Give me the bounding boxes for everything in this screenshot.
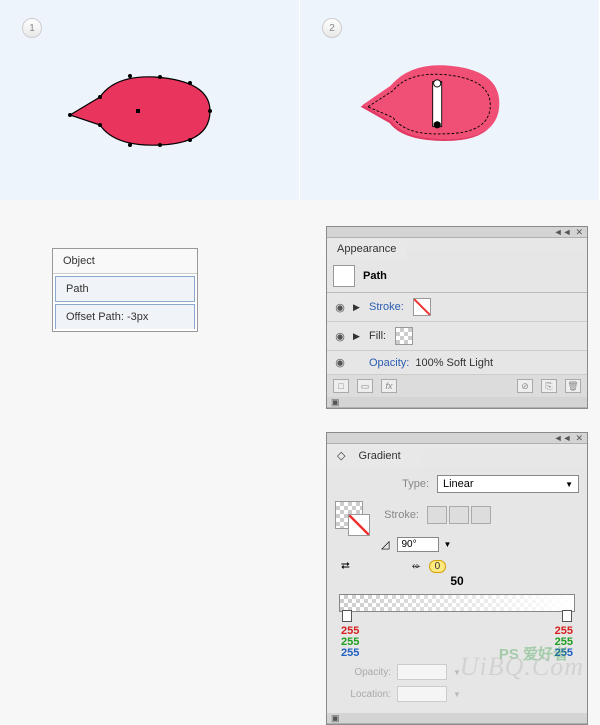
fill-swatch[interactable]: [395, 327, 413, 345]
reverse-icon[interactable]: ⮂: [341, 560, 350, 573]
close-icon[interactable]: ✕: [575, 433, 583, 444]
gradient-slider[interactable]: [339, 594, 575, 612]
stroke-apply-label: Stroke:: [371, 509, 419, 521]
visibility-icon[interactable]: ◉: [333, 301, 347, 314]
stroke-label: Stroke:: [369, 301, 404, 313]
canvas-step-1: 1: [0, 0, 300, 200]
panel-resize-bar[interactable]: ▣: [327, 713, 587, 724]
vector-shape-2[interactable]: [350, 60, 510, 150]
panel-topbar: ◄◄ ✕: [327, 227, 587, 238]
menu-offset-path[interactable]: Offset Path: -3px: [55, 304, 195, 329]
visibility-icon[interactable]: ◉: [333, 356, 347, 369]
stroke-mode-2[interactable]: [449, 506, 469, 524]
fill-row[interactable]: ◉ ▶ Fill:: [327, 322, 587, 351]
gradient-stroke-swatch[interactable]: [348, 514, 370, 536]
appearance-target: Path: [327, 260, 587, 293]
opacity-row[interactable]: ◉ Opacity: 100% Soft Light: [327, 351, 587, 375]
menu-path[interactable]: Path: [55, 276, 195, 302]
collapse-icon[interactable]: ◄◄: [554, 227, 572, 237]
step-badge-2: 2: [322, 18, 342, 38]
canvas-area: 1 2: [0, 0, 600, 200]
appearance-panel: ◄◄ ✕ Appearance Path ◉ ▶ Stroke: ◉ ▶ Fil…: [326, 226, 588, 409]
appearance-tab[interactable]: Appearance: [327, 238, 587, 260]
watermark-cn: PS 爱好者: [499, 643, 568, 664]
gradient-stop-right[interactable]: [562, 610, 572, 622]
gradient-panel: ◄◄ ✕ ◇ Gradient Type: Linear▼ Stroke: ◿ …: [326, 432, 588, 725]
fill-label: Fill:: [369, 330, 386, 342]
menu-object[interactable]: Object: [53, 249, 197, 274]
fx-button[interactable]: fx: [381, 379, 397, 393]
stop-opacity-input[interactable]: [397, 664, 447, 680]
panel-resize-bar[interactable]: ▣: [327, 397, 587, 408]
menu-path-trace: Object Path Offset Path: -3px: [52, 248, 198, 332]
type-dropdown[interactable]: Linear▼: [437, 475, 579, 493]
gradient-fill-swatch[interactable]: [335, 501, 363, 529]
target-swatch[interactable]: [333, 265, 355, 287]
gradient-tab[interactable]: ◇ Gradient: [327, 444, 587, 467]
midpoint-value: 50: [450, 574, 463, 588]
target-label: Path: [363, 270, 387, 282]
new-art-icon[interactable]: □: [333, 379, 349, 393]
stroke-row[interactable]: ◉ ▶ Stroke:: [327, 293, 587, 322]
opacity-label: Opacity:: [369, 357, 409, 369]
angle-input[interactable]: [397, 537, 439, 552]
stop-location-label: Location:: [335, 689, 391, 700]
trash-icon[interactable]: 🗑: [565, 379, 581, 393]
stop-location-input[interactable]: [397, 686, 447, 702]
panel-topbar: ◄◄ ✕: [327, 433, 587, 444]
vector-shape-1[interactable]: [60, 65, 220, 155]
angle-icon: ◿: [381, 538, 389, 551]
stroke-mode-1[interactable]: [427, 506, 447, 524]
stroke-mode-3[interactable]: [471, 506, 491, 524]
close-icon[interactable]: ✕: [575, 227, 583, 238]
expand-icon[interactable]: ▶: [353, 302, 363, 313]
chevron-down-icon: ▼: [565, 480, 573, 489]
stop-opacity-label: Opacity:: [335, 667, 391, 678]
collapse-icon[interactable]: ◄◄: [554, 433, 572, 443]
type-label: Type:: [381, 478, 429, 490]
appearance-footer: □ ▭ fx ⊘ ⎘ 🗑: [327, 375, 587, 397]
canvas-step-2: 2: [300, 0, 600, 200]
aspect-icon: ⬰: [412, 560, 421, 573]
step-badge-1: 1: [22, 18, 42, 38]
visibility-icon[interactable]: ◉: [333, 330, 347, 343]
expand-icon[interactable]: ▶: [353, 331, 363, 342]
clear-icon[interactable]: ⊘: [517, 379, 533, 393]
layers-icon[interactable]: ▭: [357, 379, 373, 393]
midpoint-badge[interactable]: 0: [429, 560, 447, 573]
opacity-value: 100% Soft Light: [415, 357, 493, 369]
gradient-stop-left[interactable]: [342, 610, 352, 622]
stroke-swatch[interactable]: [413, 298, 431, 316]
duplicate-icon[interactable]: ⎘: [541, 379, 557, 393]
stroke-gradient-mode: [427, 506, 491, 524]
